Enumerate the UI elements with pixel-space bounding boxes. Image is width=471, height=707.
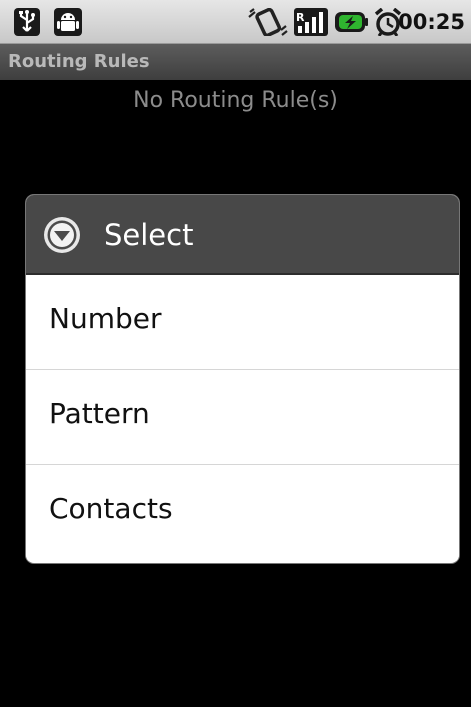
option-contacts[interactable]: Contacts — [26, 465, 459, 561]
option-label: Contacts — [49, 492, 173, 525]
title-bar: Routing Rules — [0, 44, 471, 80]
battery-icon — [335, 12, 368, 32]
select-dialog: Select Number Pattern Contacts — [26, 195, 459, 563]
dialog-header: Select — [26, 195, 459, 275]
status-time: 00:25 — [398, 10, 465, 34]
android-icon — [54, 8, 82, 36]
dialog-title: Select — [104, 218, 194, 252]
empty-message: No Routing Rule(s) — [133, 88, 338, 113]
chevron-down-circle-icon — [44, 217, 80, 253]
option-number[interactable]: Number — [26, 275, 459, 370]
option-label: Pattern — [49, 397, 150, 430]
signal-icon: R — [294, 8, 328, 36]
status-bar: R 00:25 — [0, 0, 471, 44]
usb-icon — [14, 8, 40, 36]
dialog-list: Number Pattern Contacts — [26, 275, 459, 561]
option-pattern[interactable]: Pattern — [26, 370, 459, 465]
vibrate-icon — [248, 8, 288, 36]
app-title: Routing Rules — [8, 51, 150, 72]
svg-text:R: R — [296, 11, 305, 24]
option-label: Number — [49, 302, 162, 335]
